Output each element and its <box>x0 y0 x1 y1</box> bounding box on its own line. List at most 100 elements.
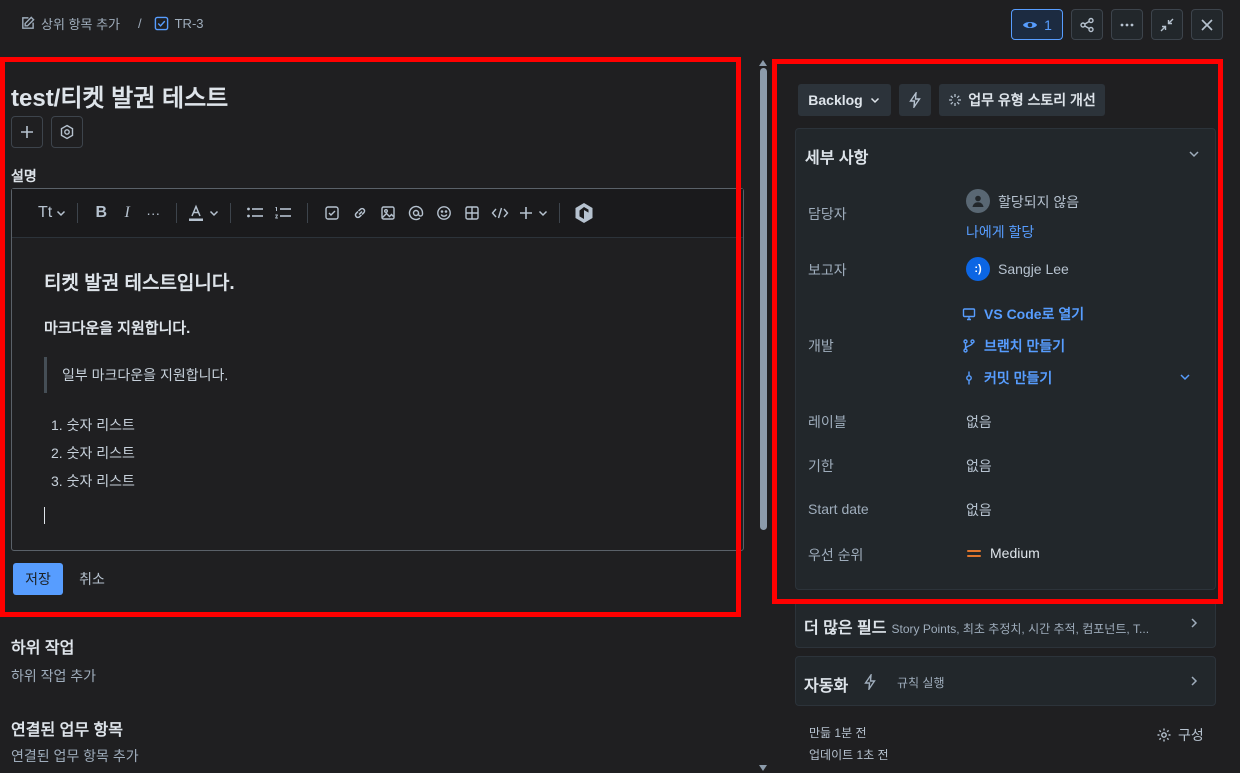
priority-medium-icon <box>967 549 981 559</box>
breadcrumb: 상위 항목 추가 / TR-3 <box>20 14 204 33</box>
person-icon <box>971 194 985 208</box>
monitor-icon <box>962 307 976 321</box>
create-branch-link[interactable]: 브랜치 만들기 <box>962 336 1065 356</box>
apps-button[interactable] <box>51 116 83 148</box>
assign-to-me-link[interactable]: 나에게 할당 <box>966 222 1034 242</box>
more-formatting-label: ··· <box>146 205 161 221</box>
cancel-button[interactable]: 취소 <box>70 563 114 595</box>
actions-button[interactable] <box>899 84 931 116</box>
editor-content[interactable]: 티켓 발권 테스트입니다. 마크다운을 지원합니다. 일부 마크다운을 지원합니… <box>12 238 743 554</box>
details-collapse-toggle[interactable] <box>1187 147 1201 161</box>
more-actions-button[interactable] <box>1111 9 1143 40</box>
assignee-value[interactable]: 할당되지 않음 <box>998 192 1079 212</box>
editor-toolbar: Tt B I ··· <box>12 189 743 238</box>
more-icon <box>1119 17 1135 33</box>
atlassian-intelligence-icon[interactable] <box>570 199 598 227</box>
chevron-right-icon <box>1188 674 1200 688</box>
code-icon[interactable] <box>486 199 514 227</box>
chevron-right-icon <box>1188 616 1200 630</box>
chevron-down-icon <box>537 207 549 219</box>
labels-value[interactable]: 없음 <box>966 412 992 432</box>
add-subtask-link[interactable]: 하위 작업 추가 <box>11 666 96 686</box>
image-icon[interactable] <box>374 199 402 227</box>
content-heading-1: 티켓 발권 테스트입니다. <box>44 273 235 294</box>
eye-icon <box>1022 17 1038 33</box>
due-date-value[interactable]: 없음 <box>966 456 992 476</box>
reporter-value[interactable]: Sangje Lee <box>998 261 1069 277</box>
lightning-icon <box>863 674 877 690</box>
content-ordered-list: 1. 숫자 리스트 2. 숫자 리스트 3. 숫자 리스트 <box>44 411 711 495</box>
unassigned-avatar <box>966 189 990 213</box>
start-date-value[interactable]: 없음 <box>966 500 992 520</box>
text-color-icon <box>187 204 205 222</box>
issue-key-link[interactable]: TR-3 <box>175 16 204 31</box>
scroll-up-arrow[interactable] <box>759 60 767 66</box>
table-icon[interactable] <box>458 199 486 227</box>
bullet-list-icon[interactable] <box>241 199 269 227</box>
automation-card[interactable] <box>795 656 1216 706</box>
save-button[interactable]: 저장 <box>13 563 63 595</box>
details-title[interactable]: 세부 사항 <box>805 144 868 168</box>
development-expand-toggle[interactable] <box>1178 370 1192 384</box>
list-item: 3. 숫자 리스트 <box>51 473 135 489</box>
more-fields-row[interactable]: 더 많은 필드 Story Points, 최초 추정치, 시간 추적, 컴포넌… <box>804 614 1149 638</box>
more-fields-title: 더 많은 필드 <box>804 620 887 637</box>
status-dropdown[interactable]: Backlog <box>798 84 891 116</box>
checkbox-icon[interactable] <box>318 199 346 227</box>
numbered-list-icon[interactable] <box>269 199 297 227</box>
close-icon <box>1199 17 1215 33</box>
priority-value[interactable]: Medium <box>990 545 1040 561</box>
insert-dropdown[interactable] <box>518 199 549 227</box>
share-button[interactable] <box>1071 9 1103 40</box>
text-cursor <box>44 507 45 524</box>
emoji-icon[interactable] <box>430 199 458 227</box>
linked-items-title: 연결된 업무 항목 <box>11 722 123 739</box>
create-commit-link[interactable]: 커밋 만들기 <box>962 368 1052 388</box>
text-color-dropdown[interactable] <box>187 199 220 227</box>
automation-title: 자동화 <box>804 678 849 695</box>
priority-label: 우선 순위 <box>808 547 864 563</box>
bold-icon[interactable]: B <box>88 199 114 227</box>
task-type-icon <box>154 16 169 31</box>
list-item: 1. 숫자 리스트 <box>51 417 135 433</box>
scroll-down-arrow[interactable] <box>759 765 767 771</box>
configure-button[interactable]: 구성 <box>1156 725 1204 745</box>
chevron-down-icon <box>869 94 881 106</box>
toolbar-divider <box>307 203 309 223</box>
mention-icon[interactable] <box>402 199 430 227</box>
scrollbar-thumb[interactable] <box>760 68 767 530</box>
created-timestamp: 만듦 1분 전 <box>809 726 867 740</box>
description-editor[interactable]: Tt B I ··· 티켓 발권 테스트입니다. 마크다운을 지원합니다. 일부… <box>11 188 744 551</box>
link-icon[interactable] <box>346 199 374 227</box>
more-formatting-button[interactable]: ··· <box>140 199 166 227</box>
text-style-dropdown[interactable]: Tt <box>38 199 67 227</box>
issue-title[interactable]: test/티켓 발권 테스트 <box>11 78 228 113</box>
toolbar-divider <box>77 203 79 223</box>
reporter-label: 보고자 <box>808 262 847 278</box>
start-date-label: Start date <box>808 501 869 517</box>
watch-count: 1 <box>1044 16 1052 33</box>
chevron-down-icon <box>1187 147 1201 161</box>
add-button[interactable] <box>11 116 43 148</box>
add-parent-link[interactable]: 상위 항목 추가 <box>41 14 120 33</box>
subtasks-title: 하위 작업 <box>11 640 75 657</box>
minimize-button[interactable] <box>1151 9 1183 40</box>
improve-story-button[interactable]: 업무 유형 스토리 개선 <box>939 84 1105 116</box>
toolbar-divider <box>176 203 178 223</box>
create-branch-label: 브랜치 만들기 <box>984 338 1066 354</box>
status-label: Backlog <box>808 92 863 108</box>
commit-icon <box>962 371 976 385</box>
watch-button[interactable]: 1 <box>1011 9 1063 40</box>
open-vscode-label: VS Code로 열기 <box>984 306 1085 322</box>
open-vscode-link[interactable]: VS Code로 열기 <box>962 304 1084 324</box>
plus-icon <box>19 124 35 140</box>
reporter-avatar: :) <box>966 257 990 281</box>
add-linked-item-link[interactable]: 연결된 업무 항목 추가 <box>11 746 139 766</box>
close-button[interactable] <box>1191 9 1223 40</box>
blockquote-text: 일부 마크다운을 지원합니다. <box>62 367 229 383</box>
create-commit-label: 커밋 만들기 <box>984 370 1053 386</box>
improve-story-label: 업무 유형 스토리 개선 <box>968 92 1096 108</box>
italic-icon[interactable]: I <box>114 199 140 227</box>
due-date-label: 기한 <box>808 458 834 474</box>
chevron-down-icon <box>1178 370 1192 384</box>
